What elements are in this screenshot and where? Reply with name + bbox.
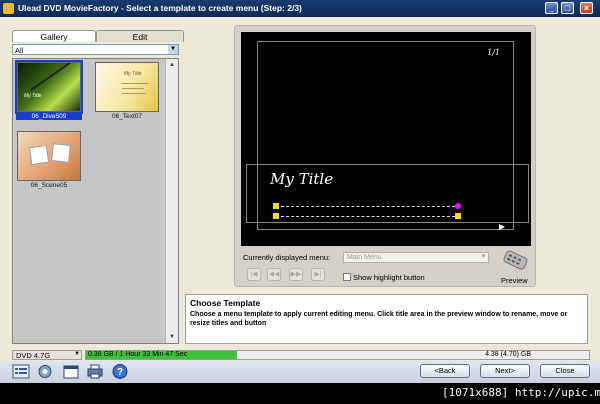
template-gallery: My Title 06_Dive509 My Title 06_Text07 0… [12, 58, 179, 344]
highlight-handle[interactable] [455, 213, 461, 219]
current-menu-value: Main Menu [347, 254, 382, 261]
disc-usage-meter: 0.38 GB / 1 Hour 33 Min 47 Sec 4.38 (4.7… [85, 350, 590, 360]
info-description: Choose a menu template to apply current … [190, 311, 568, 327]
thumb-mini-title: My Title [124, 71, 142, 77]
prev-page-button[interactable]: ◀◀ [267, 268, 281, 281]
skip-back-icon: |◀ [250, 271, 258, 278]
disc-type-select[interactable]: DVD 4.7G ▼ [12, 350, 82, 360]
highlight-line [281, 216, 455, 217]
title-bar: Ulead DVD MovieFactory - Select a templa… [0, 0, 600, 17]
help-icon[interactable]: ? [111, 363, 129, 380]
disc-usage-text: 0.38 GB / 1 Hour 33 Min 47 Sec [88, 351, 188, 358]
chevron-down-icon: ▼ [74, 351, 80, 357]
main-window: Ulead DVD MovieFactory - Select a templa… [0, 0, 600, 383]
preview-label[interactable]: Preview [501, 276, 528, 285]
close-button[interactable]: Close [540, 364, 590, 378]
remote-control-icon[interactable] [501, 249, 529, 273]
app-icon [3, 3, 14, 14]
info-title: Choose Template [190, 298, 261, 308]
highlight-handle[interactable] [273, 203, 279, 209]
skip-forward-icon: ▶| [314, 271, 322, 278]
page-number: 1/1 [487, 48, 500, 57]
maximize-button[interactable]: □ [561, 2, 574, 14]
play-arrow-icon[interactable] [499, 224, 505, 230]
printer-icon[interactable] [86, 363, 104, 380]
template-panel: Gallery Edit All ▼ My Title 06_Dive509 M… [8, 26, 184, 344]
template-filter-dropdown[interactable]: All ▼ [12, 44, 179, 55]
preview-panel: 1/1 My Title Currently displayed menu: M… [234, 25, 536, 287]
current-menu-select[interactable]: Main Menu ▼ [343, 252, 489, 263]
thumb-decor [51, 143, 71, 163]
template-label-text[interactable]: 06_Text07 [94, 113, 160, 120]
chevron-down-icon: ▼ [480, 254, 487, 260]
next-page-button[interactable]: ▶▶ [289, 268, 303, 281]
back-button[interactable]: <Back [420, 364, 470, 378]
template-thumb-text[interactable]: My Title [95, 62, 159, 112]
settings-icon[interactable] [36, 363, 54, 380]
disc-capacity-text: 4.38 (4.70) GB [485, 351, 531, 358]
bottom-toolbar: ? <Back Next> Close [0, 361, 600, 383]
minimize-button[interactable]: _ [545, 2, 558, 14]
watermark-text: [1071x688] http://upic.me/ [442, 386, 600, 399]
template-thumb-dive[interactable]: My Title [15, 60, 83, 114]
menu-list-icon[interactable] [12, 363, 30, 380]
close-window-button[interactable]: × [580, 2, 593, 14]
gallery-scrollbar[interactable]: ▲ ▼ [165, 59, 178, 343]
template-thumb-scene[interactable] [17, 131, 81, 181]
tab-edit[interactable]: Edit [96, 30, 184, 42]
last-page-button[interactable]: ▶| [311, 268, 325, 281]
filter-value: All [15, 46, 24, 55]
tab-gallery[interactable]: Gallery [12, 30, 96, 42]
scroll-down-icon[interactable]: ▼ [167, 332, 177, 342]
show-highlight-label[interactable]: Show highlight button [353, 273, 425, 282]
disc-status-bar: DVD 4.7G ▼ 0.38 GB / 1 Hour 33 Min 47 Se… [12, 350, 590, 360]
next-button[interactable]: Next> [480, 364, 530, 378]
help-info-box: Choose Template Choose a menu template t… [185, 294, 588, 344]
template-label-dive[interactable]: 06_Dive509 [16, 113, 82, 120]
rewind-icon: ◀◀ [268, 271, 280, 278]
current-menu-label: Currently displayed menu: [243, 253, 331, 262]
window-title: Ulead DVD MovieFactory - Select a templa… [18, 3, 302, 13]
thumb-decor [122, 83, 148, 84]
template-label-scene[interactable]: 06_Scene05 [16, 182, 82, 189]
first-page-button[interactable]: |◀ [247, 268, 261, 281]
highlight-handle[interactable] [273, 213, 279, 219]
highlight-line [281, 206, 455, 207]
show-highlight-checkbox[interactable] [343, 273, 351, 281]
thumb-decor [122, 88, 144, 89]
fast-forward-icon: ▶▶ [290, 271, 302, 278]
menu-preview-screen[interactable]: 1/1 My Title [241, 32, 531, 246]
thumb-decor [28, 144, 50, 166]
panel-tabs: Gallery Edit [12, 30, 184, 43]
disc-type-value: DVD 4.7G [16, 351, 51, 360]
menu-title[interactable]: My Title [270, 170, 333, 188]
chevron-down-icon: ▼ [168, 45, 178, 54]
highlight-handle-end[interactable] [455, 203, 461, 209]
thumb-mini-title: My Title [24, 93, 42, 99]
svg-text:?: ? [117, 367, 123, 378]
calendar-icon[interactable] [62, 363, 80, 380]
thumb-decor [29, 63, 73, 92]
scroll-up-icon[interactable]: ▲ [167, 60, 177, 70]
thumb-decor [122, 93, 146, 94]
